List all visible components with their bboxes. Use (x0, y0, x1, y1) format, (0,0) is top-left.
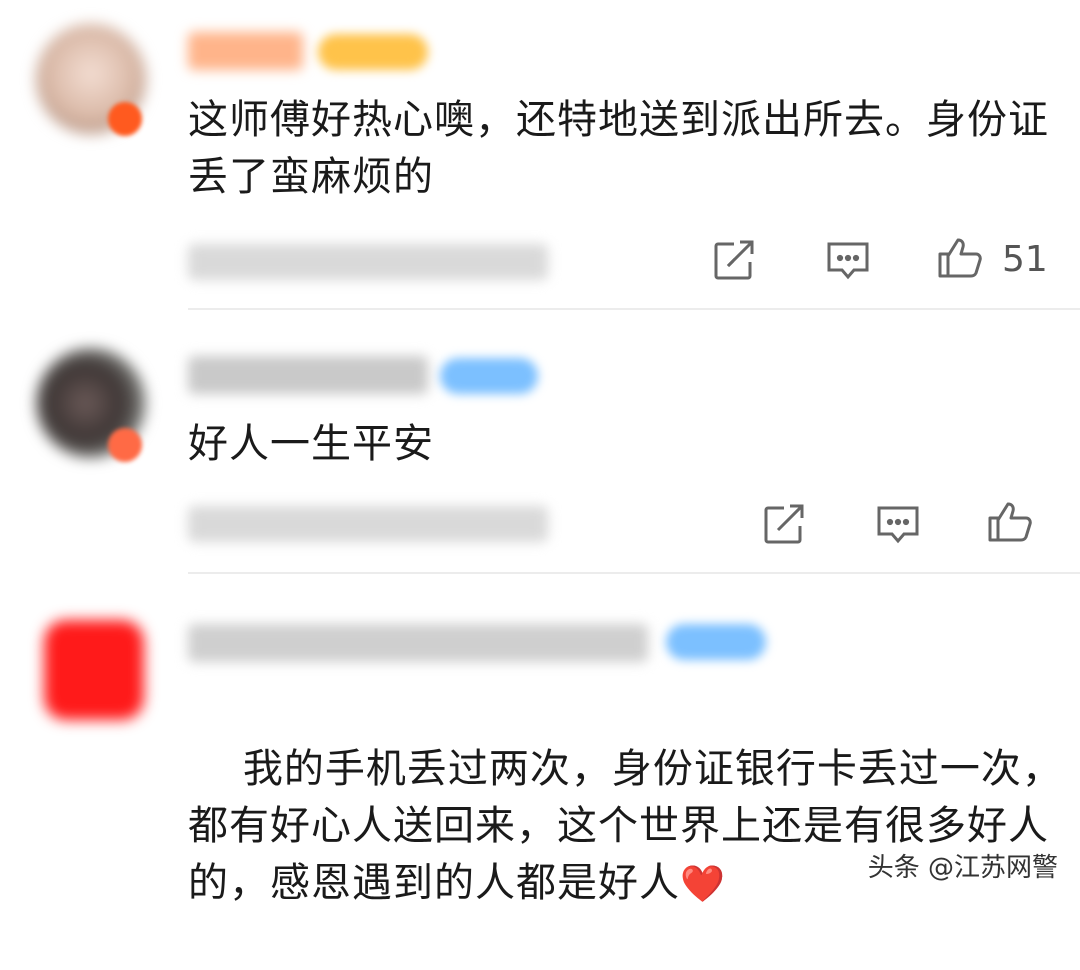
comment-text: 好人一生平安 (188, 421, 434, 467)
forward-button[interactable] (710, 236, 758, 284)
comment-bubble-icon (827, 242, 869, 280)
comment-bubble-icon (877, 506, 919, 544)
like-count: 51 (1002, 239, 1048, 280)
comment-item-2: 好人一生平安 (0, 310, 1080, 574)
like-button[interactable] (986, 498, 1034, 546)
user-badge (440, 358, 538, 394)
share-square-icon (714, 240, 756, 280)
comment-text: 这师傅好热心噢，还特地送到派出所去。身份证丢了蛮麻烦的 (188, 97, 1049, 200)
comment-meta-blurred (188, 244, 548, 280)
like-button[interactable] (936, 234, 984, 282)
reply-button[interactable] (824, 236, 872, 284)
thumbs-up-icon (988, 502, 1032, 542)
avatar[interactable] (44, 620, 144, 720)
username-blurred[interactable] (188, 624, 648, 662)
user-badge (318, 34, 428, 70)
heart-emoji-icon: ❤️ (680, 864, 726, 905)
comment-item-1: 这师傅好热心噢，还特地送到派出所去。身份证丢了蛮麻烦的 51 (0, 0, 1080, 310)
vip-badge-icon (108, 102, 142, 136)
comment-text: 我的手机丢过两次，身份证银行卡丢过一次，都有好心人送回来，这个世界上还是有很多好… (188, 684, 1068, 970)
share-square-icon (764, 504, 806, 544)
forward-button[interactable] (760, 500, 808, 548)
reply-button[interactable] (874, 500, 922, 548)
thumbs-up-icon (938, 238, 982, 278)
username-blurred[interactable] (188, 32, 303, 70)
watermark: 头条 @江苏网警 (867, 853, 1058, 883)
user-badge (666, 624, 766, 660)
comment-meta-blurred (188, 506, 548, 542)
vip-badge-icon (108, 428, 142, 462)
username-blurred[interactable] (188, 356, 428, 394)
